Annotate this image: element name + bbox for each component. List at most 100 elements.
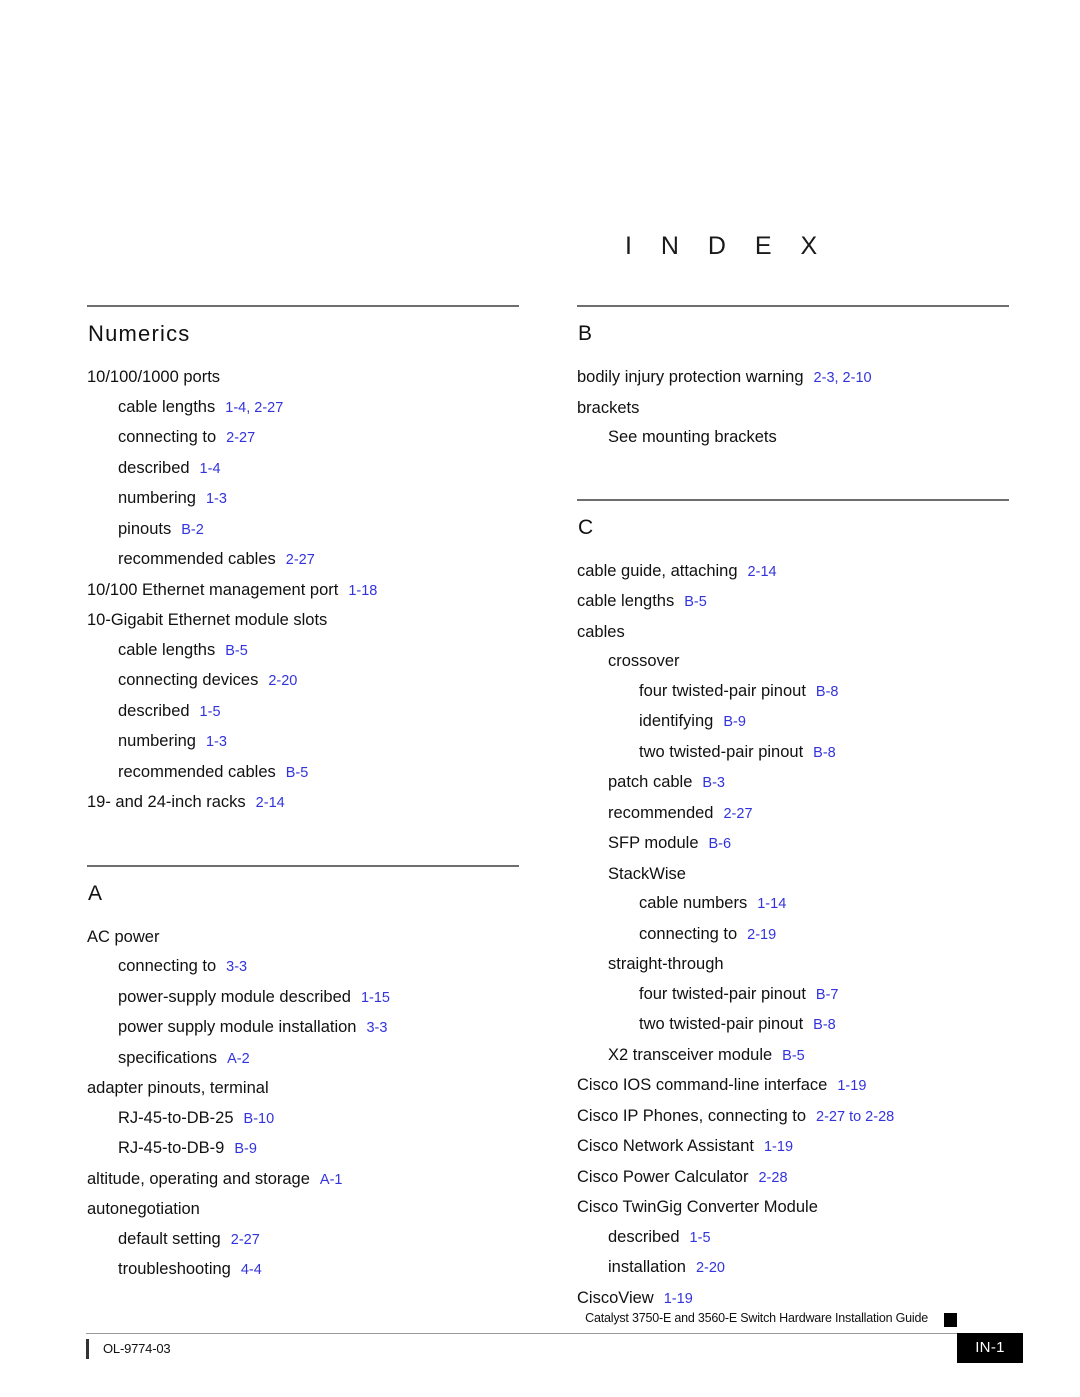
index-entry: troubleshooting 4-4 [87,1255,519,1286]
index-section: Bbodily injury protection warning 2-3, 2-… [577,305,1009,453]
index-entry-page-link[interactable]: 2-28 [758,1170,787,1186]
index-entry-page-link[interactable]: 2-27 [231,1232,260,1248]
index-entry: recommended cables B-5 [87,758,519,789]
index-entry-page-link[interactable]: B-5 [286,765,309,781]
index-entry-list: cable guide, attaching 2-14 cable lengths B… [577,557,1009,1315]
index-entry: connecting to 3-3 [87,952,519,983]
index-entry-label: Cisco Network Assistant [577,1137,754,1155]
index-entry-page-link[interactable]: 1-5 [690,1230,711,1246]
index-entry: pinouts B-2 [87,515,519,546]
index-entry-page-link[interactable]: B-8 [813,745,836,761]
index-entry-page-link[interactable]: 2-20 [268,673,297,689]
index-entry-page-link[interactable]: 2-3, 2-10 [814,370,872,386]
index-entry: adapter pinouts, terminal [87,1074,519,1104]
index-entry-page-link[interactable]: 1-19 [764,1139,793,1155]
index-entry-label: 10/100/1000 ports [87,368,221,386]
index-entry: patch cable B-3 [577,768,1009,799]
index-entry-page-link[interactable]: B-8 [816,684,839,700]
index-entry-label: RJ-45-to-DB-9 [118,1139,225,1157]
index-entry-list: AC power connecting to 3-3 power-supply mod… [87,923,519,1286]
index-entry-page-link[interactable]: 1-5 [200,704,221,720]
index-entry: cable lengths B-5 [577,587,1009,618]
index-entry-label: SFP module [608,834,699,852]
index-entry: recommended cables 2-27 [87,545,519,576]
index-entry-page-link[interactable]: 1-3 [206,491,227,507]
index-entry-page-link[interactable]: B-2 [181,522,204,538]
page-title: I N D E X [625,232,829,260]
index-entry-page-link[interactable]: A-2 [227,1051,250,1067]
index-entry-page-link[interactable]: 2-20 [696,1260,725,1276]
index-entry-page-link[interactable]: 2-27 [286,552,315,568]
index-entry-page-link[interactable]: 2-27 [226,430,255,446]
index-entry: four twisted-pair pinout B-7 [577,980,1009,1011]
index-entry-page-link[interactable]: 2-27 [723,806,752,822]
footer-guide-title: Catalyst 3750-E and 3560-E Switch Hardwa… [585,1311,928,1325]
index-entry-page-link[interactable]: B-5 [225,643,248,659]
index-entry-page-link[interactable]: 1-19 [664,1291,693,1307]
index-entry-page-link[interactable]: 1-18 [348,583,377,599]
index-entry-list: bodily injury protection warning 2-3, 2-1… [577,363,1009,453]
index-entry: Cisco IOS command-line interface 1-19 [577,1071,1009,1102]
index-entry-page-link[interactable]: B-5 [782,1048,805,1064]
index-entry-page-link[interactable]: 1-15 [361,990,390,1006]
index-entry-page-link[interactable]: 1-19 [837,1078,866,1094]
index-entry-label: recommended cables [118,550,276,568]
section-divider [577,498,1009,501]
index-entry-label: installation [608,1258,686,1276]
index-entry-page-link[interactable]: A-1 [320,1172,343,1188]
index-entry-label: brackets [577,398,640,417]
index-entry-page-link[interactable]: B-9 [234,1141,257,1157]
index-entry-page-link[interactable]: 2-14 [748,564,777,580]
index-entry: 10-Gigabit Ethernet module slots [87,606,519,636]
index-entry-label: CiscoView [577,1288,654,1307]
index-entry-page-link[interactable]: 2-14 [256,795,285,811]
index-entry: two twisted-pair pinout B-8 [577,1010,1009,1041]
index-entry-label: connecting to [639,924,738,943]
index-entry: 10/100/1000 ports [87,363,519,393]
index-entry-page-link[interactable]: 1-3 [206,734,227,750]
index-entry: SFP module B-6 [577,829,1009,860]
index-entry-label: cables [577,622,625,641]
index-entry-label: described [118,458,190,477]
index-entry-page-link[interactable]: 2-19 [747,927,776,943]
section-heading: B [578,322,593,345]
index-entry-label: crossover [608,652,680,670]
index-entry-page-link[interactable]: B-7 [816,987,839,1003]
index-entry-page-link[interactable]: B-10 [244,1111,275,1127]
index-entry-page-link[interactable]: 2-27 to 2-28 [816,1109,894,1125]
index-entry-page-link[interactable]: 1-14 [757,896,786,912]
footer-divider [86,1333,958,1334]
index-entry-label: Cisco IP Phones, connecting to [577,1106,807,1125]
index-entry: StackWise [577,860,1009,890]
index-entry-page-link[interactable]: B-9 [723,714,746,730]
index-entry: connecting to 2-27 [87,423,519,454]
index-entry: autonegotiation [87,1195,519,1225]
index-entry: installation 2-20 [577,1253,1009,1284]
index-entry-page-link[interactable]: B-3 [702,775,725,791]
index-entry-page-link[interactable]: B-5 [684,594,707,610]
index-entry-page-link[interactable]: 3-3 [366,1020,387,1036]
index-entry: described 1-5 [87,697,519,728]
index-entry-label: patch cable [608,773,693,791]
index-entry-page-link[interactable]: 3-3 [226,959,247,975]
index-entry-page-link[interactable]: 1-4 [200,461,221,477]
index-entry-list: 10/100/1000 ports cable lengths 1-4, 2-27 c… [87,363,519,819]
section-heading: C [578,515,594,539]
index-entry-label: four twisted-pair pinout [639,984,806,1003]
index-entry-page-link[interactable]: 4-4 [241,1262,262,1278]
index-entry-label: Cisco Power Calculator [577,1167,749,1186]
index-entry: cable guide, attaching 2-14 [577,557,1009,588]
index-entry-label: bodily injury protection warning [577,368,804,386]
index-entry: identifying B-9 [577,707,1009,738]
index-entry: recommended 2-27 [577,799,1009,830]
index-entry-page-link[interactable]: B-6 [709,836,732,852]
index-entry: specifications A-2 [87,1044,519,1075]
index-entry-label: recommended [608,803,714,822]
section-divider [87,305,519,307]
footer-document-id: OL-9774-03 [103,1341,171,1356]
index-entry: crossover [577,647,1009,677]
index-entry-page-link[interactable]: B-8 [813,1017,836,1033]
index-entry: 10/100 Ethernet management port 1-18 [87,576,519,607]
index-entry-page-link[interactable]: 1-4, 2-27 [225,400,283,416]
index-entry-label: identifying [639,712,714,730]
